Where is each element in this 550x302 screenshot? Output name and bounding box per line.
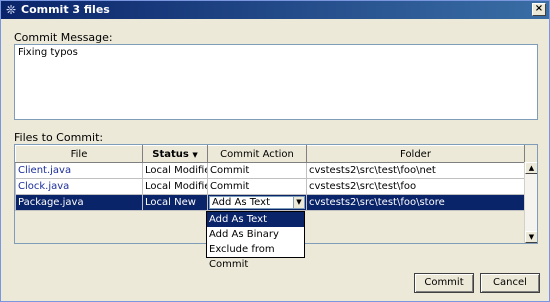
commit-action-cell[interactable]: Add As Text ▼: [207, 194, 307, 211]
vertical-scrollbar[interactable]: ▲ ▼: [524, 162, 537, 243]
folder-cell: cvstests2\src\test\foo\net: [306, 162, 525, 179]
folder-cell: cvstests2\src\test\foo\store: [306, 194, 525, 211]
sort-descending-icon: ▼: [192, 150, 198, 159]
commit-action-cell[interactable]: Commit: [207, 178, 307, 195]
app-icon: ❊: [5, 3, 17, 17]
file-cell[interactable]: Package.java: [15, 194, 143, 211]
dropdown-option-exclude-from-commit[interactable]: Exclude from Commit: [207, 242, 304, 270]
commit-action-combobox-value: Add As Text: [212, 197, 270, 208]
table-row-selected[interactable]: Package.java Local New Add As Text ▼ cvs…: [15, 194, 525, 211]
title-bar: ❊ Commit 3 files ×: [1, 1, 549, 19]
commit-action-combobox[interactable]: Add As Text ▼: [209, 196, 305, 209]
files-to-commit-label: Files to Commit:: [14, 131, 104, 144]
file-cell[interactable]: Client.java: [15, 162, 143, 179]
commit-button[interactable]: Commit: [414, 273, 474, 293]
folder-cell: cvstests2\src\test\foo: [306, 178, 525, 195]
status-cell: Local New: [142, 194, 208, 211]
close-button[interactable]: ×: [532, 3, 546, 16]
column-header-status-label: Status: [152, 148, 189, 160]
commit-message-label: Commit Message:: [14, 31, 113, 44]
column-header-file[interactable]: File: [15, 145, 143, 163]
commit-action-cell[interactable]: Commit: [207, 162, 307, 179]
status-cell: Local Modified: [142, 162, 208, 179]
table-row[interactable]: Client.java Local Modified Commit cvstes…: [15, 162, 525, 179]
cancel-button[interactable]: Cancel: [480, 273, 540, 293]
column-header-status[interactable]: Status ▼: [142, 145, 208, 163]
scroll-down-arrow-icon[interactable]: ▼: [525, 231, 537, 243]
column-header-commit-action[interactable]: Commit Action: [207, 145, 307, 163]
commit-message-input[interactable]: Fixing typos: [14, 44, 538, 120]
table-header: File Status ▼ Commit Action Folder: [15, 145, 525, 163]
file-cell[interactable]: Clock.java: [15, 178, 143, 195]
window-title: Commit 3 files: [21, 3, 110, 16]
chevron-down-icon[interactable]: ▼: [293, 197, 304, 208]
scroll-up-arrow-icon[interactable]: ▲: [525, 162, 537, 174]
dropdown-option-add-as-text[interactable]: Add As Text: [207, 212, 304, 227]
column-header-folder[interactable]: Folder: [306, 145, 525, 163]
commit-action-dropdown-list: Add As Text Add As Binary Exclude from C…: [206, 211, 305, 270]
dropdown-option-add-as-binary[interactable]: Add As Binary: [207, 227, 304, 242]
table-row[interactable]: Clock.java Local Modified Commit cvstest…: [15, 178, 525, 195]
commit-dialog: ❊ Commit 3 files × Commit Message: Fixin…: [0, 0, 550, 302]
status-cell: Local Modified: [142, 178, 208, 195]
